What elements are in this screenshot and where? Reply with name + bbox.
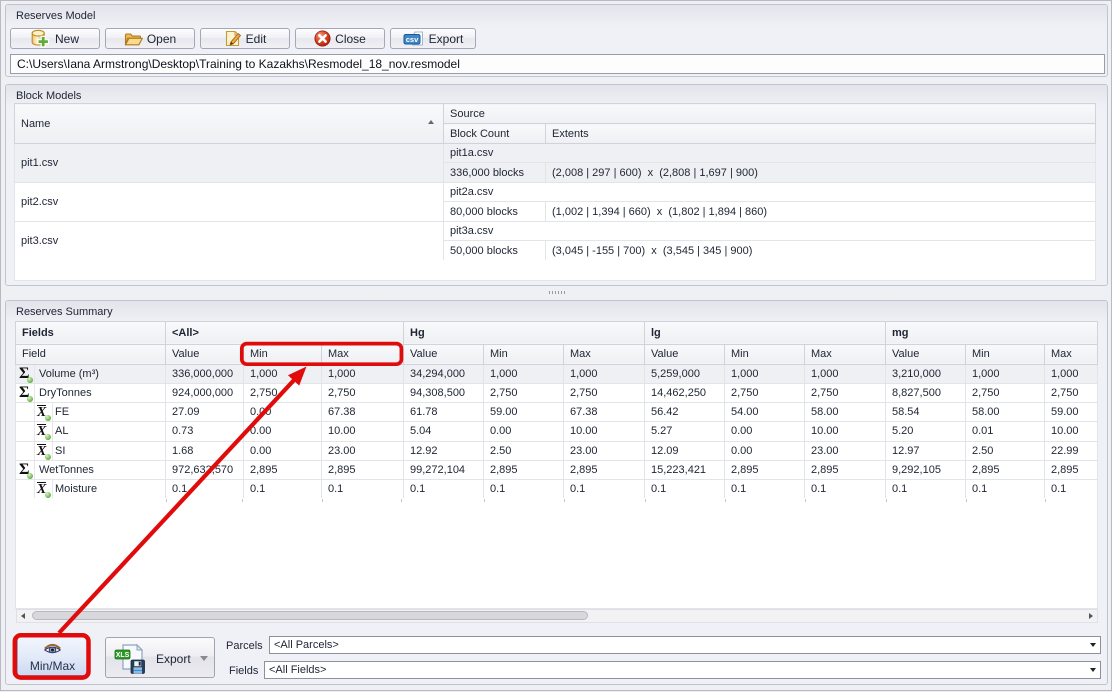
svg-text:XLS: XLS xyxy=(116,652,130,659)
svg-text:csv: csv xyxy=(405,35,418,44)
